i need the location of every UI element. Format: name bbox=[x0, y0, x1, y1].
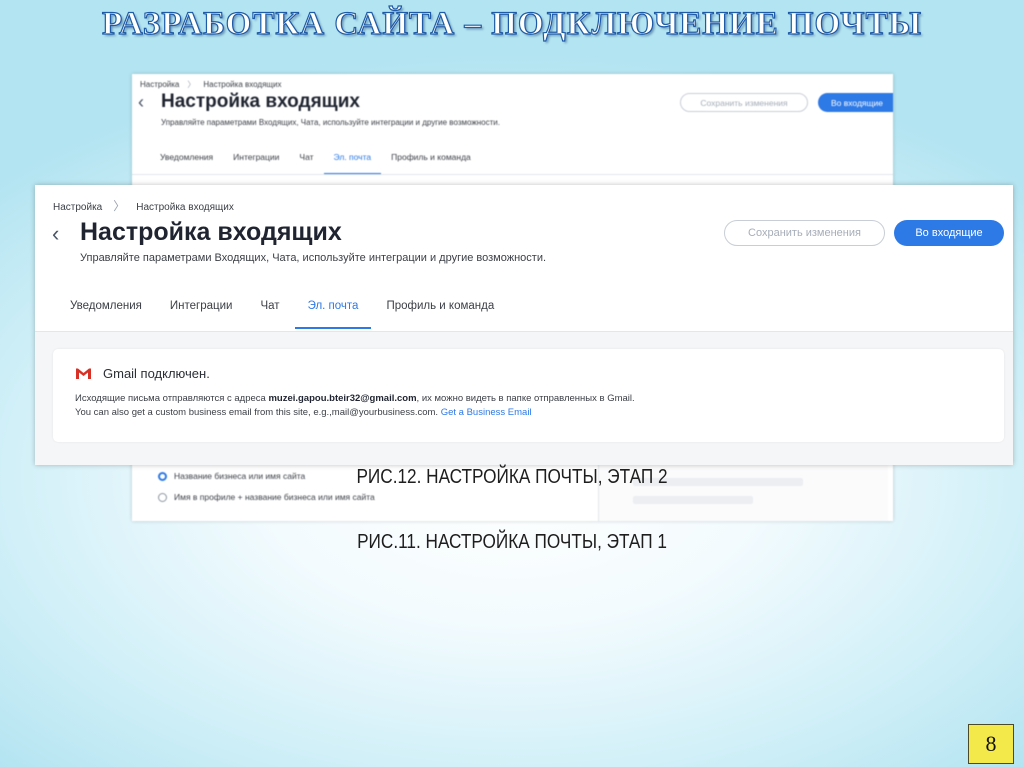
tab-bar: Уведомления Интеграции Чат Эл. почта Про… bbox=[150, 149, 481, 175]
screenshot-stage-2: Настройка 〉 Настройка входящих ‹ Настройка… bbox=[35, 185, 1013, 465]
page-title: Настройка входящих bbox=[80, 218, 342, 246]
tab-profile-team[interactable]: Профиль и команда bbox=[373, 297, 507, 329]
tab-notifications[interactable]: Уведомления bbox=[150, 149, 223, 175]
tab-profile-team[interactable]: Профиль и команда bbox=[381, 149, 481, 175]
chevron-right-icon: 〉 bbox=[113, 199, 126, 213]
business-email-info: You can also get a custom business email… bbox=[75, 407, 532, 418]
figure-caption-11: РИС.11. НАСТРОЙКА ПОЧТЫ, ЭТАП 1 bbox=[357, 531, 667, 553]
page-number-badge: 8 bbox=[968, 724, 1014, 764]
info-text: , их можно видеть в папке отправленных в… bbox=[416, 393, 635, 404]
figure-caption-12: РИС.12. НАСТРОЙКА ПОЧТЫ, ЭТАП 2 bbox=[356, 466, 668, 488]
chevron-right-icon: 〉 bbox=[187, 80, 196, 89]
radio-unselected-icon[interactable] bbox=[158, 492, 167, 502]
gmail-icon bbox=[75, 367, 92, 380]
outgoing-mail-info: Исходящие письма отправляются с адреса m… bbox=[75, 393, 635, 404]
back-arrow-icon[interactable]: ‹ bbox=[138, 92, 144, 113]
breadcrumb-item-settings[interactable]: Настройка bbox=[140, 80, 179, 89]
info-text: Исходящие письма отправляются с адреса bbox=[75, 393, 269, 404]
breadcrumb-item-inbox-settings: Настройка входящих bbox=[203, 80, 282, 89]
tab-chat[interactable]: Чат bbox=[289, 149, 323, 175]
radio-label: Имя в профиле + название бизнеса или имя… bbox=[174, 492, 375, 502]
tab-bar: Уведомления Интеграции Чат Эл. почта Про… bbox=[57, 297, 509, 329]
go-to-inbox-button[interactable]: Во входящие bbox=[894, 220, 1004, 246]
tab-email[interactable]: Эл. почта bbox=[323, 149, 382, 175]
tab-email[interactable]: Эл. почта bbox=[294, 297, 372, 329]
placeholder-line bbox=[633, 496, 753, 504]
tab-integrations[interactable]: Интеграции bbox=[223, 149, 289, 175]
save-changes-button[interactable]: Сохранить изменения bbox=[680, 93, 808, 112]
breadcrumb: Настройка 〉 Настройка входящих bbox=[140, 79, 281, 90]
tab-notifications[interactable]: Уведомления bbox=[57, 297, 155, 329]
gmail-status-title: Gmail подключен. bbox=[103, 366, 210, 381]
page-title: Настройка входящих bbox=[161, 91, 360, 112]
slide-title: РАЗРАБОТКА САЙТА – ПОДКЛЮЧЕНИЕ ПОЧТЫ bbox=[101, 5, 923, 42]
tab-chat[interactable]: Чат bbox=[247, 297, 292, 329]
gmail-connected-card: Gmail подключен. Исходящие письма отправ… bbox=[53, 349, 1004, 442]
breadcrumb-item-settings[interactable]: Настройка bbox=[53, 202, 102, 213]
save-changes-button[interactable]: Сохранить изменения bbox=[724, 220, 885, 246]
breadcrumb-item-inbox-settings: Настройка входящих bbox=[136, 202, 234, 213]
page-subtitle: Управляйте параметрами Входящих, Чата, и… bbox=[80, 252, 547, 264]
radio-option-profile-name[interactable]: Имя в профиле + название бизнеса или имя… bbox=[158, 492, 375, 502]
back-arrow-icon[interactable]: ‹ bbox=[52, 221, 59, 247]
page-subtitle: Управляйте параметрами Входящих, Чата, и… bbox=[161, 118, 500, 127]
breadcrumb: Настройка 〉 Настройка входящих bbox=[53, 197, 234, 214]
connected-email: muzei.gapou.bteir32@gmail.com bbox=[268, 393, 417, 404]
go-to-inbox-button[interactable]: Во входящие bbox=[818, 93, 893, 112]
divider bbox=[132, 174, 893, 175]
get-business-email-link[interactable]: Get a Business Email bbox=[441, 407, 532, 418]
info-text: You can also get a custom business email… bbox=[75, 407, 441, 418]
divider bbox=[35, 331, 1013, 332]
tab-integrations[interactable]: Интеграции bbox=[157, 297, 246, 329]
